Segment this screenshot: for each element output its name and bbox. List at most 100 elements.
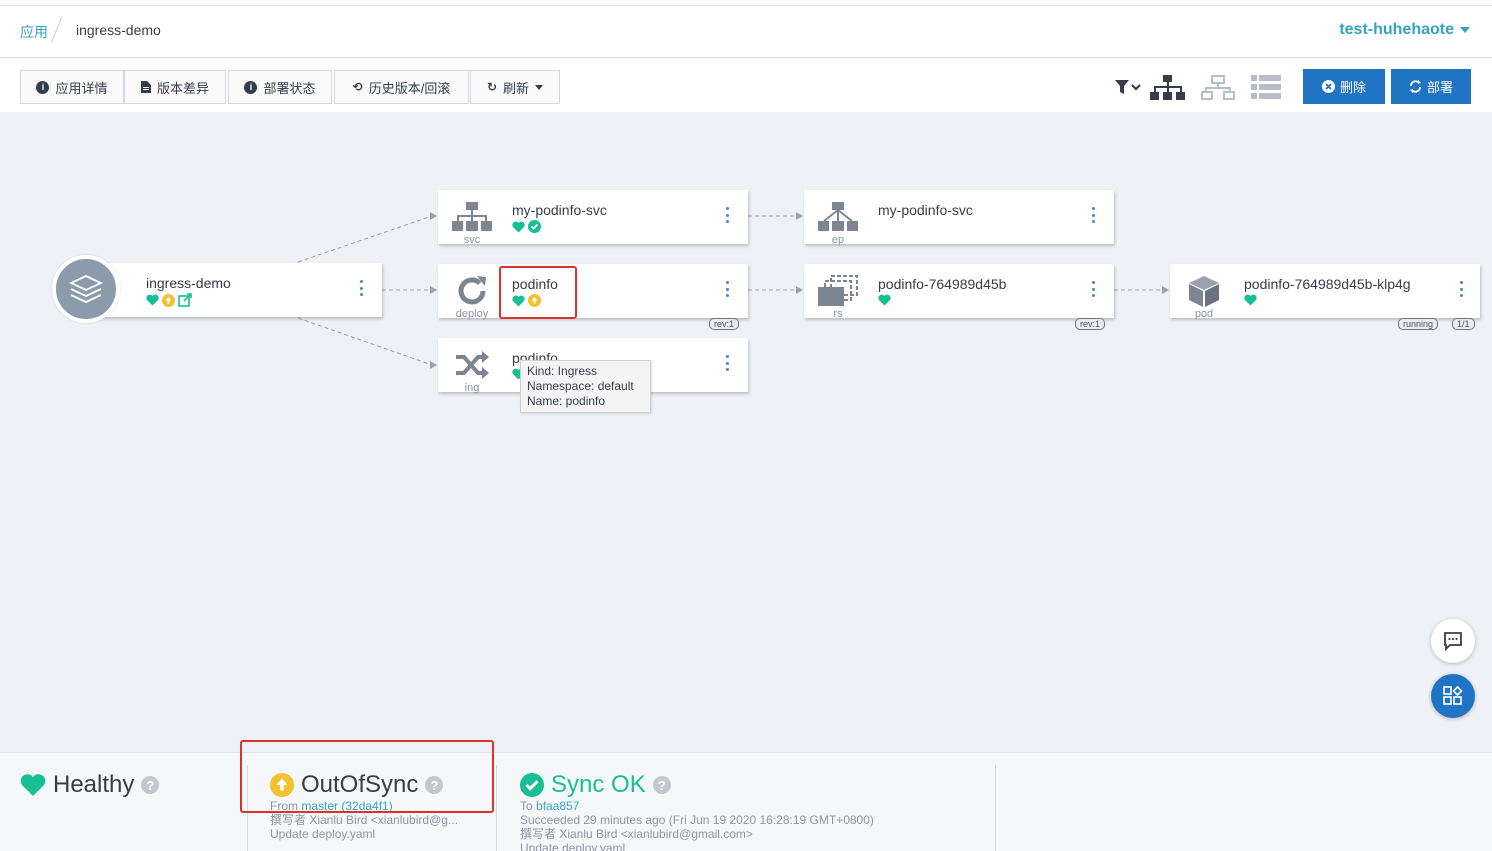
refresh-dropdown-button[interactable]: ↻ 刷新 xyxy=(470,70,560,104)
resource-status xyxy=(1244,294,1257,306)
node-menu-button[interactable] xyxy=(726,355,730,371)
breadcrumb-current: ingress-demo xyxy=(76,22,161,38)
comment-icon xyxy=(1444,632,1462,651)
sync-status-label: 部署状态 xyxy=(263,80,316,96)
divider xyxy=(496,765,497,851)
info-icon: i xyxy=(36,80,50,94)
help-icon[interactable]: ? xyxy=(141,776,160,794)
highlight-box xyxy=(499,266,577,319)
node-menu-button[interactable] xyxy=(1092,281,1096,297)
resource-status xyxy=(878,294,891,306)
heart-icon xyxy=(512,221,525,232)
app-icon xyxy=(52,255,120,323)
chat-button[interactable] xyxy=(1431,619,1475,663)
node-menu-button[interactable] xyxy=(726,207,730,223)
app-diff-label: 版本差异 xyxy=(156,80,209,96)
operation-revision-link[interactable]: bfaa857 xyxy=(536,799,579,813)
resource-name: podinfo-764989d45b-klp4g xyxy=(1244,276,1411,292)
resource-name: my-podinfo-svc xyxy=(878,202,973,218)
resource-kind: pod xyxy=(1194,308,1214,320)
resource-kind: svc xyxy=(463,234,481,246)
toolbar: i 应用详情 版本差异 i 部署状态 ⟲ 历史版本/回滚 ↻ 刷新 删除 部署 xyxy=(0,59,1492,112)
tooltip-kind: Kind: Ingress xyxy=(527,364,598,378)
pod-phase-tag: running xyxy=(1398,318,1439,330)
tree-view-icon[interactable] xyxy=(1150,75,1186,101)
operation-commit-message: Update deploy.yaml xyxy=(520,841,626,851)
app-node-name: ingress-demo xyxy=(146,275,231,291)
app-details-button[interactable]: i 应用详情 xyxy=(20,70,124,104)
health-status-label: Healthy xyxy=(53,771,135,798)
breadcrumb-root-link[interactable]: 应用 xyxy=(20,22,48,42)
service-icon xyxy=(452,202,492,231)
external-link-icon[interactable] xyxy=(178,293,192,307)
endpoints-icon xyxy=(818,202,858,231)
operation-author: 撰写者 Xianlu Bird <xianlubird@gmail.com> xyxy=(520,827,753,841)
resource-node-deploy[interactable]: deploy podinfo rev:1 xyxy=(438,264,748,330)
list-view-icon[interactable] xyxy=(1251,75,1281,99)
node-menu-button[interactable] xyxy=(726,281,730,297)
highlight-box xyxy=(240,740,494,813)
resource-node-endpoints[interactable]: ep my-podinfo-svc xyxy=(804,190,1114,246)
chevron-down-icon xyxy=(535,84,544,90)
status-panel: Healthy ? OutOfSync ? From master (32da4… xyxy=(0,740,1492,851)
resource-tree-canvas: ingress-demo svc my-podinfo-svc deploy p… xyxy=(0,112,1492,752)
operation-succeeded: Succeeded 29 minutes ago (Fri Jun 19 202… xyxy=(520,813,874,827)
chevron-down-icon xyxy=(1460,27,1470,33)
resource-kind: ep xyxy=(831,234,845,246)
delete-button[interactable]: 删除 xyxy=(1303,69,1385,104)
app-details-label: 应用详情 xyxy=(55,80,108,96)
help-icon[interactable]: ? xyxy=(652,776,671,794)
grid-icon xyxy=(1443,686,1463,705)
tooltip-name: Name: podinfo xyxy=(527,394,606,408)
revision-tag: rev:1 xyxy=(709,318,740,330)
operation-status-label: Sync OK xyxy=(551,771,646,798)
resource-name: podinfo-764989d45b xyxy=(878,276,1007,292)
file-icon xyxy=(140,81,151,93)
resource-kind: deploy xyxy=(455,308,489,320)
divider xyxy=(995,765,996,851)
account-dropdown[interactable]: test-huhehaote xyxy=(1339,21,1470,39)
node-menu-button[interactable] xyxy=(1460,281,1464,297)
breadcrumb-separator xyxy=(50,16,63,44)
resource-kind: ing xyxy=(464,382,480,394)
app-node-status xyxy=(146,293,192,307)
revision-tag: rev:1 xyxy=(1075,318,1106,330)
heart-icon xyxy=(1244,294,1257,306)
app-diff-button[interactable]: 版本差异 xyxy=(124,70,226,104)
operation-to-label: To xyxy=(520,799,533,813)
heart-icon xyxy=(146,294,159,306)
filter-icon[interactable] xyxy=(1114,79,1144,97)
history-label: 历史版本/回滚 xyxy=(368,80,451,96)
pod-ready-tag: 1/1 xyxy=(1452,318,1475,330)
history-icon: ⟲ xyxy=(352,80,363,94)
clone-icon xyxy=(818,275,858,306)
app-node[interactable]: ingress-demo xyxy=(86,263,382,317)
history-rollback-button[interactable]: ⟲ 历史版本/回滚 xyxy=(334,70,469,104)
page-header: 应用 ingress-demo test-huhehaote xyxy=(0,6,1492,58)
node-menu-button[interactable] xyxy=(1092,207,1096,223)
rotate-icon xyxy=(458,276,486,305)
sync-button[interactable]: 部署 xyxy=(1391,69,1471,104)
apps-button[interactable] xyxy=(1431,674,1475,718)
delete-label: 删除 xyxy=(1339,80,1366,95)
check-circle-icon xyxy=(520,773,544,797)
resource-status xyxy=(512,220,541,233)
close-circle-icon xyxy=(1321,80,1335,93)
sync-status-button[interactable]: i 部署状态 xyxy=(228,70,332,104)
operation-status: Sync OK ? xyxy=(520,771,671,799)
resource-node-replicaset[interactable]: rs podinfo-764989d45b rev:1 xyxy=(804,264,1114,330)
resource-kind: rs xyxy=(833,308,843,320)
resource-node-pod[interactable]: pod podinfo-764989d45b-klp4g running 1/1 xyxy=(1170,264,1480,330)
health-status: Healthy ? xyxy=(20,771,160,799)
shuffle-icon xyxy=(456,351,489,379)
resource-node-svc[interactable]: svc my-podinfo-svc xyxy=(438,190,748,246)
sync-icon xyxy=(1409,80,1421,93)
sync-commit-message: Update deploy.yaml xyxy=(270,827,376,841)
refresh-icon: ↻ xyxy=(486,80,498,94)
info-icon: i xyxy=(244,80,258,94)
resource-tooltip: Kind: Ingress Namespace: default Name: p… xyxy=(520,360,651,413)
cube-icon xyxy=(1189,276,1219,307)
node-menu-button[interactable] xyxy=(360,280,364,296)
network-view-icon[interactable] xyxy=(1201,75,1235,101)
sync-label: 部署 xyxy=(1426,80,1453,95)
